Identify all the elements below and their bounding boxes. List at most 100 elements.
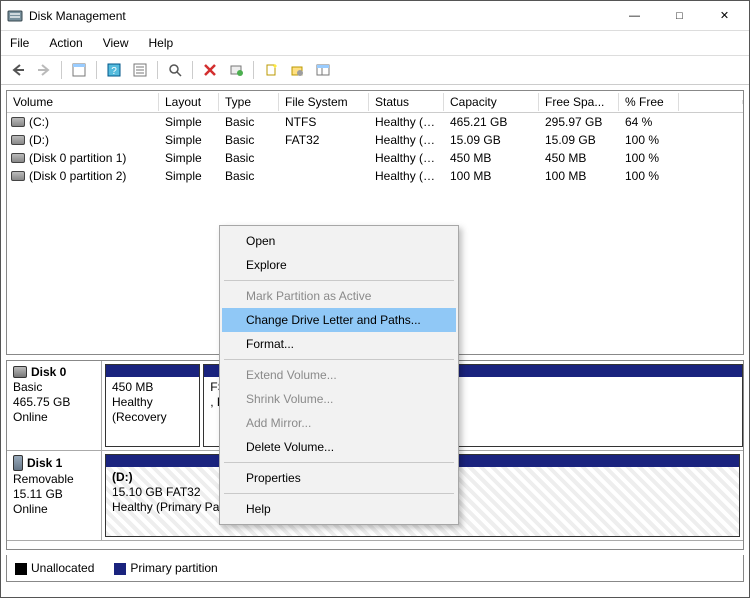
toolbar: ? (1, 56, 749, 85)
app-icon (7, 8, 23, 24)
col-layout[interactable]: Layout (159, 93, 219, 111)
col-spacer (679, 100, 743, 104)
volume-free: 450 MB (539, 151, 619, 165)
volume-type: Basic (219, 169, 279, 183)
back-button[interactable] (7, 59, 29, 81)
disk-state: Online (13, 410, 95, 424)
ctx-add-mirror: Add Mirror... (222, 411, 456, 435)
volume-capacity: 450 MB (444, 151, 539, 165)
close-button[interactable]: ✕ (702, 1, 747, 31)
ctx-help[interactable]: Help (222, 497, 456, 521)
volume-status: Healthy (P... (369, 133, 444, 147)
menu-bar: File Action View Help (1, 31, 749, 56)
col-filesystem[interactable]: File System (279, 93, 369, 111)
disk-name: Disk 0 (31, 365, 66, 379)
col-status[interactable]: Status (369, 93, 444, 111)
volume-layout: Simple (159, 115, 219, 129)
volume-free: 100 MB (539, 169, 619, 183)
properties-button[interactable] (129, 59, 151, 81)
volume-name: (Disk 0 partition 1) (29, 151, 126, 165)
delete-button[interactable] (199, 59, 221, 81)
disk-label[interactable]: Disk 0Basic465.75 GBOnline (7, 361, 102, 450)
disk-size: 465.75 GB (13, 395, 95, 409)
partition-line1: 450 MB (112, 380, 153, 394)
volume-icon (11, 153, 25, 163)
volume-fs: FAT32 (279, 133, 369, 147)
disk-label[interactable]: Disk 1Removable15.11 GBOnline (7, 451, 102, 540)
disk-name: Disk 1 (27, 456, 62, 470)
window-title: Disk Management (29, 9, 126, 23)
volume-row[interactable]: (Disk 0 partition 1) SimpleBasic Healthy (… (7, 149, 743, 167)
partition-line1: 15.10 GB FAT32 (112, 485, 201, 499)
volume-status: Healthy (B... (369, 115, 444, 129)
menu-help[interactable]: Help (146, 34, 177, 52)
col-type[interactable]: Type (219, 93, 279, 111)
volume-capacity: 465.21 GB (444, 115, 539, 129)
legend: Unallocated Primary partition (6, 555, 744, 582)
volume-list-header: Volume Layout Type File System Status Ca… (7, 91, 743, 113)
volume-capacity: 100 MB (444, 169, 539, 183)
disk-size: 15.11 GB (13, 487, 95, 501)
volume-status: Healthy (E... (369, 169, 444, 183)
ctx-extend-volume: Extend Volume... (222, 363, 456, 387)
volume-free: 15.09 GB (539, 133, 619, 147)
partition-color-bar (106, 365, 199, 377)
ctx-explore[interactable]: Explore (222, 253, 456, 277)
volume-row[interactable]: (Disk 0 partition 2)SimpleBasicHealthy (… (7, 167, 743, 185)
disk-type: Removable (13, 472, 95, 486)
volume-status: Healthy (R... (369, 151, 444, 165)
volume-type: Basic (219, 151, 279, 165)
partition[interactable]: 450 MBHealthy (Recovery (105, 364, 200, 447)
svg-text:?: ? (111, 66, 117, 77)
maximize-button[interactable]: □ (657, 1, 702, 31)
volume-layout: Simple (159, 133, 219, 147)
volume-icon (11, 117, 25, 127)
new-button[interactable] (260, 59, 282, 81)
help-button[interactable]: ? (103, 59, 125, 81)
volume-row[interactable]: (C:)SimpleBasicNTFSHealthy (B...465.21 G… (7, 113, 743, 131)
refresh-button[interactable] (164, 59, 186, 81)
menu-view[interactable]: View (100, 34, 132, 52)
disk-type: Basic (13, 380, 95, 394)
settings-button[interactable] (286, 59, 308, 81)
partition-line2: Healthy (Recovery (112, 395, 167, 424)
forward-button[interactable] (33, 59, 55, 81)
col-free-space[interactable]: Free Spa... (539, 93, 619, 111)
swatch-primary (114, 563, 126, 575)
col-percent-free[interactable]: % Free (619, 93, 679, 111)
ctx-open[interactable]: Open (222, 229, 456, 253)
show-hide-console-tree-button[interactable] (68, 59, 90, 81)
ctx-format[interactable]: Format... (222, 332, 456, 356)
title-bar: Disk Management — □ ✕ (1, 1, 749, 31)
ctx-change-drive-letter[interactable]: Change Drive Letter and Paths... (222, 308, 456, 332)
view-button[interactable] (312, 59, 334, 81)
action-button[interactable] (225, 59, 247, 81)
volume-capacity: 15.09 GB (444, 133, 539, 147)
ctx-delete-volume[interactable]: Delete Volume... (222, 435, 456, 459)
ctx-properties[interactable]: Properties (222, 466, 456, 490)
ctx-mark-active: Mark Partition as Active (222, 284, 456, 308)
volume-pct: 100 % (619, 151, 679, 165)
volume-type: Basic (219, 133, 279, 147)
volume-layout: Simple (159, 151, 219, 165)
volume-pct: 100 % (619, 133, 679, 147)
menu-action[interactable]: Action (46, 34, 85, 52)
col-volume[interactable]: Volume (7, 93, 159, 111)
volume-name: (Disk 0 partition 2) (29, 169, 126, 183)
disk-icon (13, 455, 23, 471)
menu-file[interactable]: File (7, 34, 32, 52)
context-menu: Open Explore Mark Partition as Active Ch… (219, 225, 459, 525)
volume-name: (C:) (29, 115, 49, 129)
volume-fs: NTFS (279, 115, 369, 129)
col-capacity[interactable]: Capacity (444, 93, 539, 111)
volume-icon (11, 171, 25, 181)
minimize-button[interactable]: — (612, 1, 657, 31)
volume-row[interactable]: (D:)SimpleBasicFAT32Healthy (P...15.09 G… (7, 131, 743, 149)
swatch-unallocated (15, 563, 27, 575)
volume-pct: 64 % (619, 115, 679, 129)
volume-free: 295.97 GB (539, 115, 619, 129)
volume-icon (11, 135, 25, 145)
partition-title: (D:) (112, 470, 133, 484)
disk-icon (13, 366, 27, 378)
legend-primary: Primary partition (114, 561, 217, 575)
